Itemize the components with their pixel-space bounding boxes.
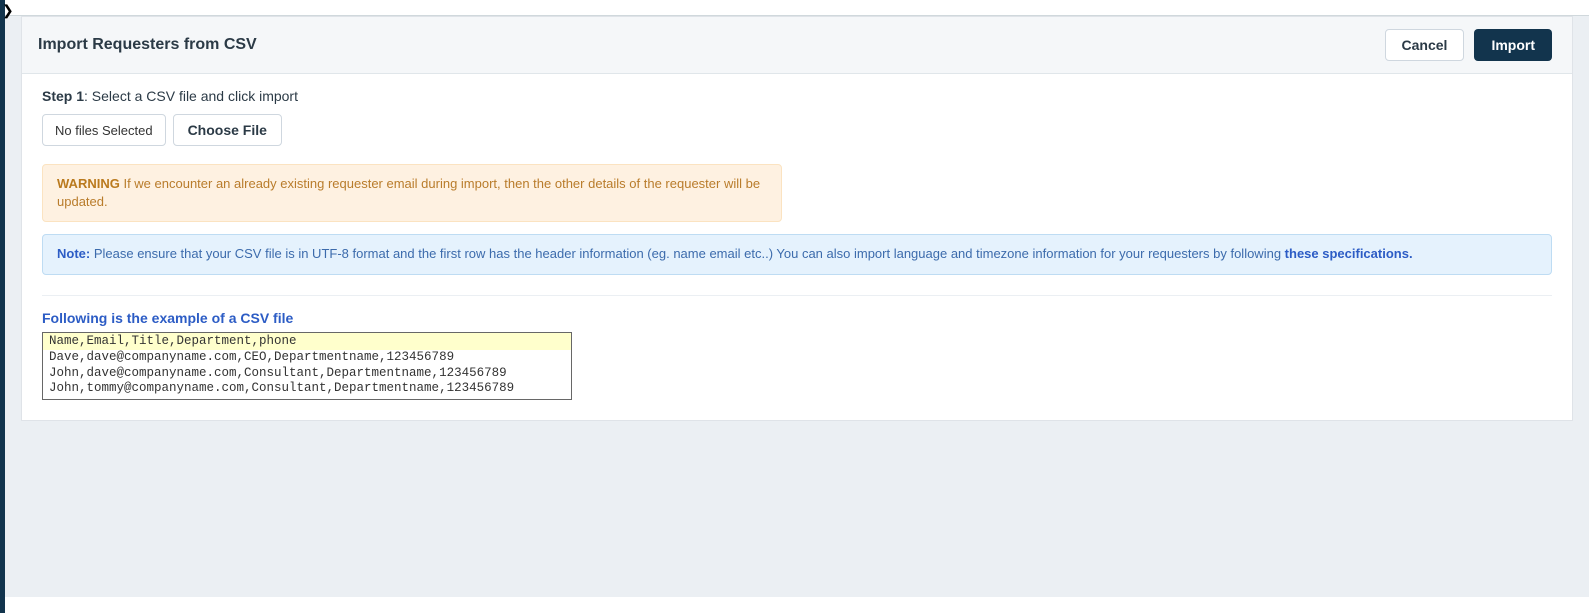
example-heading: Following is the example of a CSV file	[42, 310, 1552, 326]
note-alert: Note: Please ensure that your CSV file i…	[42, 234, 1552, 274]
note-prefix: Note:	[57, 246, 90, 261]
page-title: Import Requesters from CSV	[38, 36, 257, 54]
import-panel: Import Requesters from CSV Cancel Import…	[21, 16, 1573, 421]
step-instruction: Step 1: Select a CSV file and click impo…	[42, 88, 1552, 104]
cancel-button[interactable]: Cancel	[1385, 29, 1465, 61]
top-bar-spacer	[5, 0, 1589, 16]
csv-header-row: Name,Email,Title,Department,phone	[43, 333, 571, 351]
specifications-link[interactable]: these specifications.	[1285, 246, 1413, 261]
step-label: Step 1	[42, 88, 84, 104]
left-sidebar-strip	[0, 0, 5, 613]
csv-data-row: Dave,dave@companyname.com,CEO,Department…	[43, 350, 571, 366]
warning-prefix: WARNING	[57, 176, 120, 191]
choose-file-button[interactable]: Choose File	[173, 114, 282, 146]
warning-text: If we encounter an already existing requ…	[57, 176, 760, 209]
separator	[42, 295, 1552, 296]
note-text: Please ensure that your CSV file is in U…	[90, 246, 1284, 261]
step-text: : Select a CSV file and click import	[84, 88, 298, 104]
file-picker-row: No files Selected Choose File	[42, 114, 282, 146]
import-button[interactable]: Import	[1474, 29, 1552, 61]
file-status: No files Selected	[42, 114, 166, 146]
panel-content: Step 1: Select a CSV file and click impo…	[22, 74, 1572, 420]
warning-alert: WARNING If we encounter an already exist…	[42, 164, 782, 222]
expand-sidebar-icon[interactable]: ❯	[2, 3, 14, 17]
csv-data-row: John,dave@companyname.com,Consultant,Dep…	[43, 366, 571, 382]
csv-data-row: John,tommy@companyname.com,Consultant,De…	[43, 381, 571, 399]
csv-example-box: Name,Email,Title,Department,phone Dave,d…	[42, 332, 572, 401]
panel-header: Import Requesters from CSV Cancel Import	[22, 17, 1572, 74]
